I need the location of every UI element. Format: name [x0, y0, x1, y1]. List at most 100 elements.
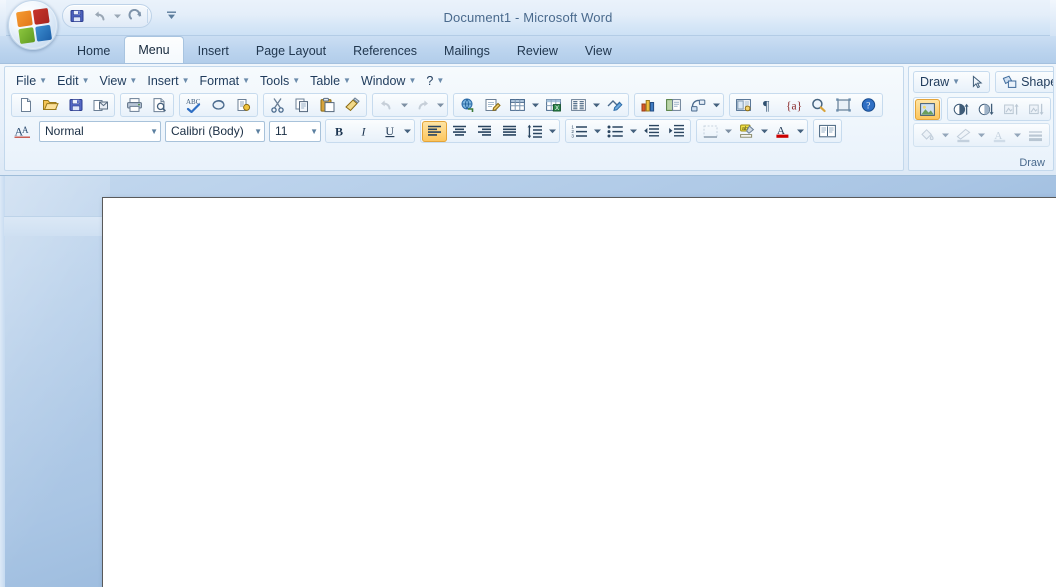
justify-icon[interactable] [497, 121, 522, 142]
less-contrast-icon[interactable] [974, 99, 999, 120]
table-dropdown-icon[interactable] [530, 95, 541, 116]
line-color-icon[interactable] [951, 125, 976, 146]
more-contrast-icon[interactable] [949, 99, 974, 120]
fill-color-icon[interactable] [915, 125, 940, 146]
hyperlink-icon[interactable] [455, 95, 480, 116]
insert-picture-icon[interactable] [915, 98, 940, 120]
align-center-icon[interactable] [447, 121, 472, 142]
open-folder-icon[interactable] [38, 95, 63, 116]
line-spacing-dropdown-icon[interactable] [547, 121, 558, 142]
font-color-dropdown-icon[interactable] [795, 121, 806, 142]
borders-icon[interactable] [698, 121, 723, 142]
cut-icon[interactable] [265, 95, 290, 116]
redo-icon[interactable] [410, 95, 435, 116]
menu-help[interactable]: ? ▼ [421, 72, 449, 90]
tab-references[interactable]: References [340, 39, 430, 63]
fill-color-dropdown-icon[interactable] [940, 125, 951, 146]
decrease-indent-icon[interactable] [639, 121, 664, 142]
font-color-icon[interactable]: A [770, 121, 795, 142]
tab-review[interactable]: Review [504, 39, 571, 63]
line-spacing-icon[interactable] [522, 121, 547, 142]
underline-icon[interactable]: U [377, 121, 402, 142]
field-braces-icon[interactable]: {a} [781, 95, 806, 116]
chart-icon[interactable] [636, 95, 661, 116]
more-brightness-icon[interactable] [999, 99, 1024, 120]
bullet-list-icon[interactable] [603, 121, 628, 142]
numbered-list-dropdown-icon[interactable] [592, 121, 603, 142]
increase-indent-icon[interactable] [664, 121, 689, 142]
excel-sheet-icon[interactable]: X [541, 95, 566, 116]
highlight-dropdown-icon[interactable] [759, 121, 770, 142]
font-size-combo[interactable]: 11 ▼ [269, 120, 321, 142]
font-color-dropdown-icon[interactable] [1012, 125, 1023, 146]
undo-icon[interactable] [374, 95, 399, 116]
select-objects-icon[interactable] [966, 71, 991, 93]
font-combo[interactable]: Calibri (Body) ▼ [165, 120, 265, 142]
menu-tools[interactable]: Tools ▼ [255, 72, 305, 90]
italic-icon[interactable]: I [352, 121, 377, 142]
document-page[interactable] [102, 197, 1056, 587]
numbered-list-icon[interactable]: 1 2 3 [567, 121, 592, 142]
research-icon[interactable] [206, 95, 231, 116]
bold-icon[interactable]: B [327, 121, 352, 142]
copy-icon[interactable] [290, 95, 315, 116]
underline-dropdown-icon[interactable] [402, 121, 413, 142]
highlight-icon[interactable]: ab [734, 121, 759, 142]
align-right-icon[interactable] [472, 121, 497, 142]
borders-dropdown-icon[interactable] [723, 121, 734, 142]
menu-insert[interactable]: Insert ▼ [142, 72, 194, 90]
line-color-dropdown-icon[interactable] [976, 125, 987, 146]
line-style-icon[interactable] [1023, 125, 1048, 146]
email-icon[interactable] [88, 95, 113, 116]
print-preview-icon[interactable] [147, 95, 172, 116]
smartart-icon[interactable] [686, 95, 711, 116]
undo-button[interactable] [89, 6, 111, 26]
tab-mailings[interactable]: Mailings [431, 39, 503, 63]
smartart-dropdown-icon[interactable] [711, 95, 722, 116]
less-brightness-icon[interactable] [1024, 99, 1049, 120]
undo-dropdown-icon[interactable] [112, 6, 123, 26]
paragraph-mark-icon[interactable]: ¶ [756, 95, 781, 116]
edit-document-icon[interactable] [480, 95, 505, 116]
menu-file[interactable]: File ▼ [11, 72, 52, 90]
office-button[interactable] [8, 0, 58, 50]
reading-layout-icon[interactable] [731, 95, 756, 116]
format-painter-icon[interactable] [340, 95, 365, 116]
font-color-icon[interactable]: A [987, 125, 1012, 146]
tab-menu[interactable]: Menu [124, 36, 184, 63]
document-map-icon[interactable] [661, 95, 686, 116]
save-icon[interactable] [63, 95, 88, 116]
customize-qat-icon[interactable] [163, 7, 179, 23]
zoom-icon[interactable] [806, 95, 831, 116]
save-button[interactable] [66, 6, 88, 26]
drawing-icon[interactable] [602, 95, 627, 116]
help-icon[interactable]: ? [856, 95, 881, 116]
menu-view[interactable]: View ▼ [95, 72, 143, 90]
new-document-icon[interactable] [13, 95, 38, 116]
table-icon[interactable] [505, 95, 530, 116]
columns-icon[interactable] [566, 95, 591, 116]
bullet-list-dropdown-icon[interactable] [628, 121, 639, 142]
tab-insert[interactable]: Insert [185, 39, 242, 63]
print-icon[interactable] [122, 95, 147, 116]
menu-table[interactable]: Table ▼ [305, 72, 356, 90]
menu-edit[interactable]: Edit ▼ [52, 72, 94, 90]
align-left-icon[interactable] [422, 120, 447, 142]
redo-dropdown-icon[interactable] [435, 95, 446, 116]
undo-dropdown-icon[interactable] [399, 95, 410, 116]
styles-formatting-icon[interactable]: A A [11, 121, 36, 142]
tab-page-layout[interactable]: Page Layout [243, 39, 339, 63]
menu-window[interactable]: Window ▼ [356, 72, 421, 90]
tab-view[interactable]: View [572, 39, 625, 63]
redo-button[interactable] [124, 6, 146, 26]
tab-home[interactable]: Home [64, 39, 123, 63]
fullscreen-icon[interactable] [831, 95, 856, 116]
shapes-button[interactable]: Shapes [995, 71, 1053, 93]
thesaurus-icon[interactable] [231, 95, 256, 116]
style-combo[interactable]: Normal ▼ [39, 120, 161, 142]
paste-icon[interactable] [315, 95, 340, 116]
draw-menu-button[interactable]: Draw ▼ [913, 71, 967, 93]
menu-format[interactable]: Format ▼ [195, 72, 256, 90]
spelling-icon[interactable]: ABC [181, 95, 206, 116]
book-icon[interactable] [815, 121, 840, 142]
